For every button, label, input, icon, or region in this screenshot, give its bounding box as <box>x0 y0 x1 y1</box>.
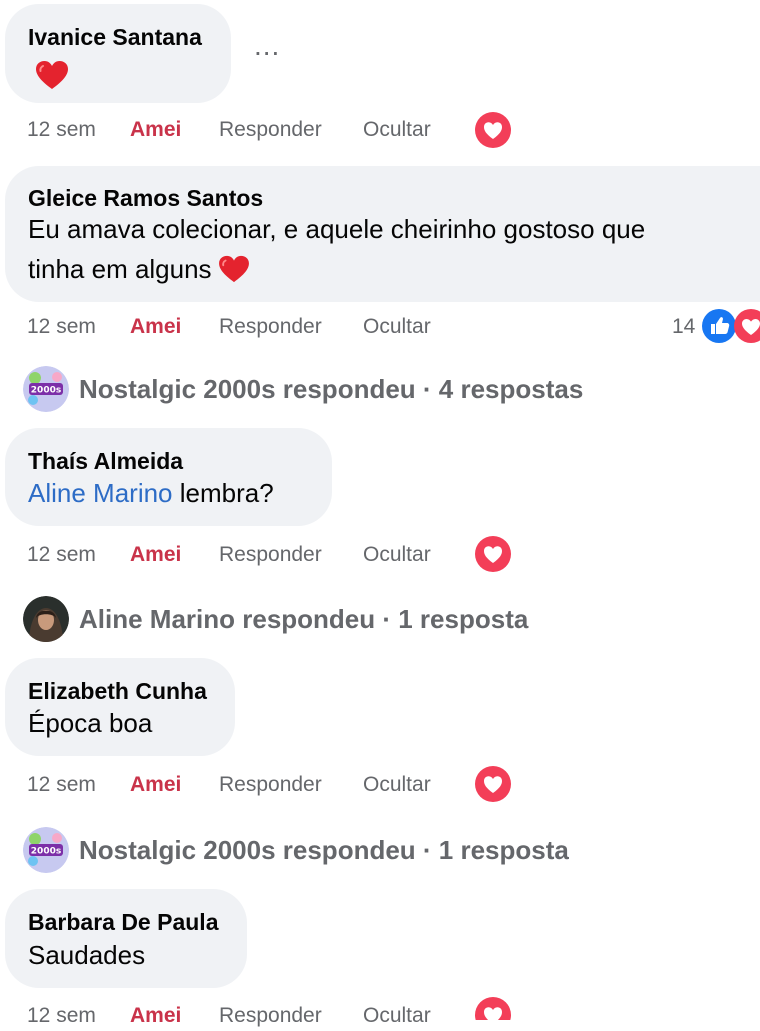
comment-text: tinha em alguns <box>28 254 212 284</box>
hide-button[interactable]: Ocultar <box>363 312 431 342</box>
hide-button[interactable]: Ocultar <box>363 1001 431 1031</box>
comment-author[interactable]: Barbara De Paula <box>28 909 218 936</box>
comment-author[interactable]: Gleice Ramos Santos <box>28 185 263 212</box>
heart-reaction-icon[interactable] <box>733 308 760 344</box>
replies-summary: Aline Marino respondeu · 1 resposta <box>79 603 529 634</box>
view-replies-link[interactable]: Aline Marino respondeu · 1 resposta <box>23 595 528 643</box>
hide-button[interactable]: Ocultar <box>363 115 431 145</box>
reply-button[interactable]: Responder <box>219 770 322 800</box>
reply-button[interactable]: Responder <box>219 540 322 570</box>
view-replies-link[interactable]: 2000s Nostalgic 2000s respondeu · 4 resp… <box>23 365 583 413</box>
more-options-button[interactable]: ... <box>254 30 280 62</box>
svg-text:2000s: 2000s <box>31 386 61 396</box>
comment-time[interactable]: 12 sem <box>27 1001 96 1031</box>
reaction-count[interactable]: 14 <box>672 315 695 339</box>
comment-bubble: Ivanice Santana <box>5 4 231 103</box>
comment-text-line: Aline Marino lembra? <box>28 474 274 512</box>
heart-reaction-icon[interactable] <box>474 765 512 803</box>
comment-author[interactable]: Ivanice Santana <box>28 24 202 51</box>
comment-text-line: tinha em alguns <box>28 250 250 288</box>
hide-button[interactable]: Ocultar <box>363 540 431 570</box>
thumbs-up-icon[interactable] <box>701 308 737 344</box>
heart-reaction-icon[interactable] <box>474 535 512 573</box>
reply-button[interactable]: Responder <box>219 115 322 145</box>
comment-time[interactable]: 12 sem <box>27 115 96 145</box>
replies-summary: Nostalgic 2000s respondeu · 1 resposta <box>79 834 569 865</box>
comment-text: lembra? <box>172 478 274 508</box>
comment-text: Época boa <box>28 708 153 738</box>
mention-link[interactable]: Aline Marino <box>28 478 173 508</box>
love-button[interactable]: Amei <box>130 115 181 145</box>
nostalgic-2000s-avatar-icon: 2000s <box>23 366 69 412</box>
svg-text:2000s: 2000s <box>31 847 61 857</box>
comment-time[interactable]: 12 sem <box>27 540 96 570</box>
hide-button[interactable]: Ocultar <box>363 770 431 800</box>
comment-author[interactable]: Thaís Almeida <box>28 448 183 475</box>
comment-author[interactable]: Elizabeth Cunha <box>28 678 207 705</box>
reply-button[interactable]: Responder <box>219 312 322 342</box>
love-button[interactable]: Amei <box>130 770 181 800</box>
love-button[interactable]: Amei <box>130 312 181 342</box>
comment-bubble: Elizabeth Cunha Época boa <box>5 658 235 756</box>
love-button[interactable]: Amei <box>130 1001 181 1031</box>
comment-text-line: Eu amava colecionar, e aquele cheirinho … <box>28 214 646 244</box>
reply-button[interactable]: Responder <box>219 1001 322 1031</box>
comment-bubble: Barbara De Paula Saudades <box>5 889 247 988</box>
aline-marino-avatar-icon <box>23 596 69 642</box>
comment-bubble: Thaís Almeida Aline Marino lembra? <box>5 428 332 526</box>
comment-text: Saudades <box>28 940 146 970</box>
view-replies-link[interactable]: 2000s Nostalgic 2000s respondeu · 1 resp… <box>23 826 569 874</box>
nostalgic-2000s-avatar-icon: 2000s <box>23 827 69 873</box>
heart-reaction-icon[interactable] <box>474 996 512 1020</box>
comment-bubble: Gleice Ramos Santos Eu amava colecionar,… <box>5 166 760 302</box>
red-heart-emoji-icon <box>36 61 68 89</box>
comment-time[interactable]: 12 sem <box>27 770 96 800</box>
replies-summary: Nostalgic 2000s respondeu · 4 respostas <box>79 373 584 404</box>
love-button[interactable]: Amei <box>130 540 181 570</box>
heart-reaction-icon[interactable] <box>474 111 512 149</box>
red-heart-emoji-icon <box>218 255 249 283</box>
comment-time[interactable]: 12 sem <box>27 312 96 342</box>
